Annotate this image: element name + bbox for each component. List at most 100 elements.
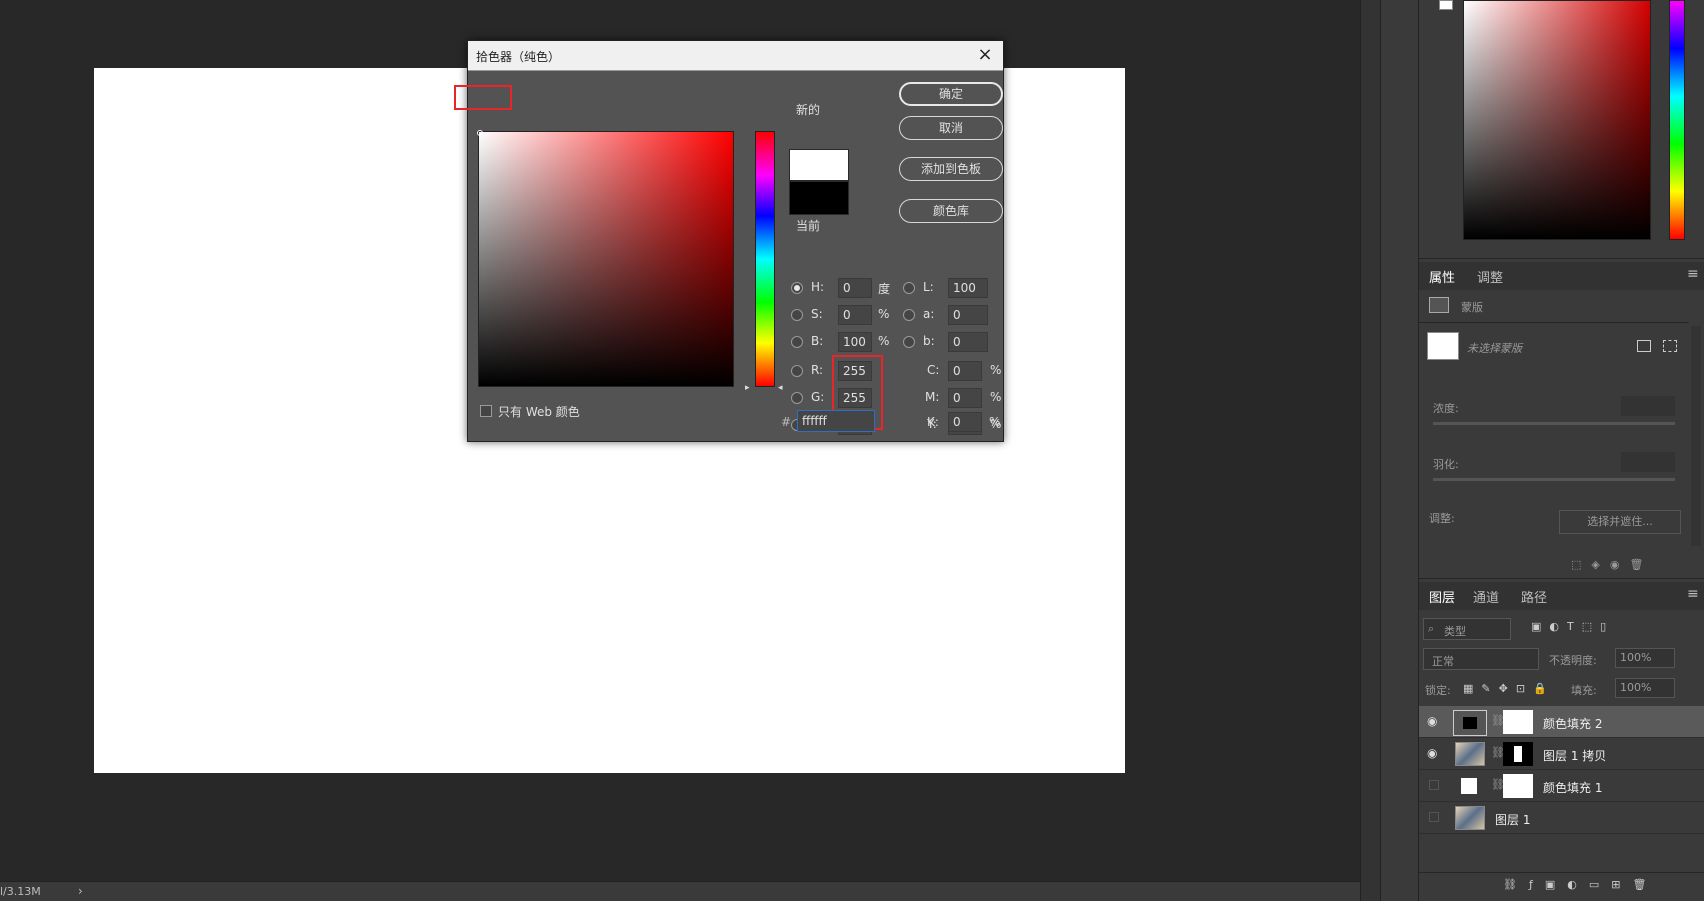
h-radio[interactable] xyxy=(791,282,803,294)
web-only-checkbox[interactable] xyxy=(480,405,492,417)
new-color-label: 新的 xyxy=(796,103,821,117)
layer-row[interactable]: ⛓ 颜色填充 1 xyxy=(1419,770,1704,802)
color-libraries-button[interactable]: 颜色库 xyxy=(899,199,1003,223)
hex-input[interactable]: ffffff xyxy=(797,410,875,432)
layers-tabbar: 图层 通道 路径 ≡ xyxy=(1419,582,1704,610)
properties-scrollbar[interactable] xyxy=(1691,326,1701,546)
b-lab-label: b: xyxy=(923,334,935,348)
visibility-box[interactable] xyxy=(1429,780,1439,790)
a-label: a: xyxy=(923,307,935,321)
hue-slider[interactable] xyxy=(755,131,775,387)
layer-row[interactable]: ◉ ⛓ 颜色填充 2 xyxy=(1419,706,1704,738)
pixel-mask-icon[interactable] xyxy=(1637,340,1651,352)
a-radio[interactable] xyxy=(903,309,915,321)
h-input[interactable]: 0 xyxy=(838,278,872,298)
color-field-mini[interactable] xyxy=(1463,0,1651,240)
layer-name[interactable]: 颜色填充 2 xyxy=(1543,715,1602,732)
l-input[interactable]: 100 xyxy=(948,278,988,298)
highlight-box-cursor xyxy=(454,85,512,110)
k-input[interactable]: 0 xyxy=(948,412,982,432)
layer-row[interactable]: ◉ ⛓ 图层 1 拷贝 xyxy=(1419,738,1704,770)
b-lab-radio[interactable] xyxy=(903,336,915,348)
fill-label: 填充: xyxy=(1571,684,1597,697)
tab-paths[interactable]: 路径 xyxy=(1521,587,1547,606)
s-input[interactable]: 0 xyxy=(838,305,872,325)
hue-arrow-left-icon[interactable]: ▸ xyxy=(745,383,750,393)
right-panel: 属性 调整 ≡ 蒙版 未选择蒙版 浓度: 羽化: 调整: 选择并遮住... ⬚◈… xyxy=(1418,0,1704,901)
select-and-mask-button[interactable]: 选择并遮住... xyxy=(1559,510,1681,534)
image-thumbnail xyxy=(1455,742,1485,766)
fill-input[interactable]: 100% xyxy=(1615,678,1675,698)
layer-name[interactable]: 颜色填充 1 xyxy=(1543,779,1602,796)
mask-thumbnail xyxy=(1503,742,1533,766)
layer-filter-select[interactable]: ⌕ 类型 xyxy=(1423,618,1511,640)
hue-slider-mini[interactable] xyxy=(1669,0,1685,240)
layer-filter-icons[interactable]: ▣◐T⬚▯ xyxy=(1531,620,1614,633)
feather-input[interactable] xyxy=(1621,452,1675,472)
mask-icon xyxy=(1429,297,1449,313)
hue-arrow-right-icon[interactable]: ◂ xyxy=(778,383,783,393)
tab-channels[interactable]: 通道 xyxy=(1473,587,1499,606)
current-color-swatch[interactable] xyxy=(789,181,849,215)
layer-name[interactable]: 图层 1 xyxy=(1495,811,1530,828)
layer-name[interactable]: 图层 1 拷贝 xyxy=(1543,747,1606,764)
b-lab-input[interactable]: 0 xyxy=(948,332,988,352)
foreground-swatch[interactable] xyxy=(1439,0,1453,10)
density-slider[interactable] xyxy=(1433,422,1675,425)
opacity-label: 不透明度: xyxy=(1549,654,1597,667)
layers-menu-icon[interactable]: ≡ xyxy=(1687,586,1699,602)
blend-mode-select[interactable]: 正常 xyxy=(1423,648,1539,670)
tab-layers[interactable]: 图层 xyxy=(1429,587,1455,606)
cancel-button[interactable]: 取消 xyxy=(899,116,1003,140)
s-label: S: xyxy=(811,307,823,321)
properties-footer-icons: ⬚◈◉🗑 xyxy=(1571,558,1654,571)
c-input[interactable]: 0 xyxy=(948,361,982,381)
status-menu-arrow[interactable]: › xyxy=(78,884,83,898)
color-cursor[interactable] xyxy=(477,130,483,136)
dialog-body: ▸ ◂ 新的 当前 确定 取消 添加到色板 颜色库 只有 Web 颜色 H: 0… xyxy=(454,71,1008,441)
g-label: G: xyxy=(811,390,825,404)
feather-label: 羽化: xyxy=(1433,458,1459,471)
visibility-box[interactable] xyxy=(1429,812,1439,822)
properties-tabbar: 属性 调整 ≡ xyxy=(1419,262,1704,290)
feather-slider[interactable] xyxy=(1433,478,1675,481)
close-icon[interactable]: × xyxy=(975,44,995,65)
density-input[interactable] xyxy=(1621,396,1675,416)
c-label: C: xyxy=(927,363,940,377)
a-input[interactable]: 0 xyxy=(948,305,988,325)
web-only-label: 只有 Web 颜色 xyxy=(498,405,580,419)
h-unit: 度 xyxy=(878,282,891,296)
brightness-input[interactable]: 100 xyxy=(838,332,872,352)
layer-row[interactable]: 图层 1 xyxy=(1419,802,1704,834)
brightness-radio[interactable] xyxy=(791,336,803,348)
r-label: R: xyxy=(811,363,824,377)
opacity-input[interactable]: 100% xyxy=(1615,648,1675,668)
add-to-swatches-button[interactable]: 添加到色板 xyxy=(899,157,1003,181)
vector-mask-icon[interactable] xyxy=(1663,340,1677,352)
l-radio[interactable] xyxy=(903,282,915,294)
eye-icon[interactable]: ◉ xyxy=(1427,714,1437,728)
status-bar: l/3.13M › xyxy=(0,881,1362,901)
hex-label: # xyxy=(781,415,792,429)
saturation-brightness-field[interactable] xyxy=(477,130,734,387)
layers-footer-icons[interactable]: ⛓ƒ▣◐▭⊞🗑 xyxy=(1503,878,1658,891)
brightness-label: B: xyxy=(811,334,824,348)
r-radio[interactable] xyxy=(791,365,803,377)
eye-icon[interactable]: ◉ xyxy=(1427,746,1437,760)
g-radio[interactable] xyxy=(791,392,803,404)
search-icon: ⌕ xyxy=(1428,622,1435,635)
s-radio[interactable] xyxy=(791,309,803,321)
m-unit: % xyxy=(990,390,1002,404)
blend-mode-value: 正常 xyxy=(1432,655,1454,668)
ok-button[interactable]: 确定 xyxy=(899,82,1003,106)
panel-menu-icon[interactable]: ≡ xyxy=(1687,266,1699,282)
s-unit: % xyxy=(878,307,890,321)
tab-properties[interactable]: 属性 xyxy=(1429,267,1455,286)
lock-label: 锁定: xyxy=(1425,684,1451,697)
mask-thumbnail[interactable] xyxy=(1427,332,1459,360)
lock-icons[interactable]: ▦✎✥⊡🔒 xyxy=(1463,682,1555,695)
m-input[interactable]: 0 xyxy=(948,388,982,408)
color-picker-dialog: 拾色器（纯色） × ▸ ◂ 新的 当前 确定 取消 添加到色板 颜色库 只有 W… xyxy=(454,40,1004,442)
tab-adjustments[interactable]: 调整 xyxy=(1477,267,1503,286)
filter-type-label: 类型 xyxy=(1444,625,1466,638)
